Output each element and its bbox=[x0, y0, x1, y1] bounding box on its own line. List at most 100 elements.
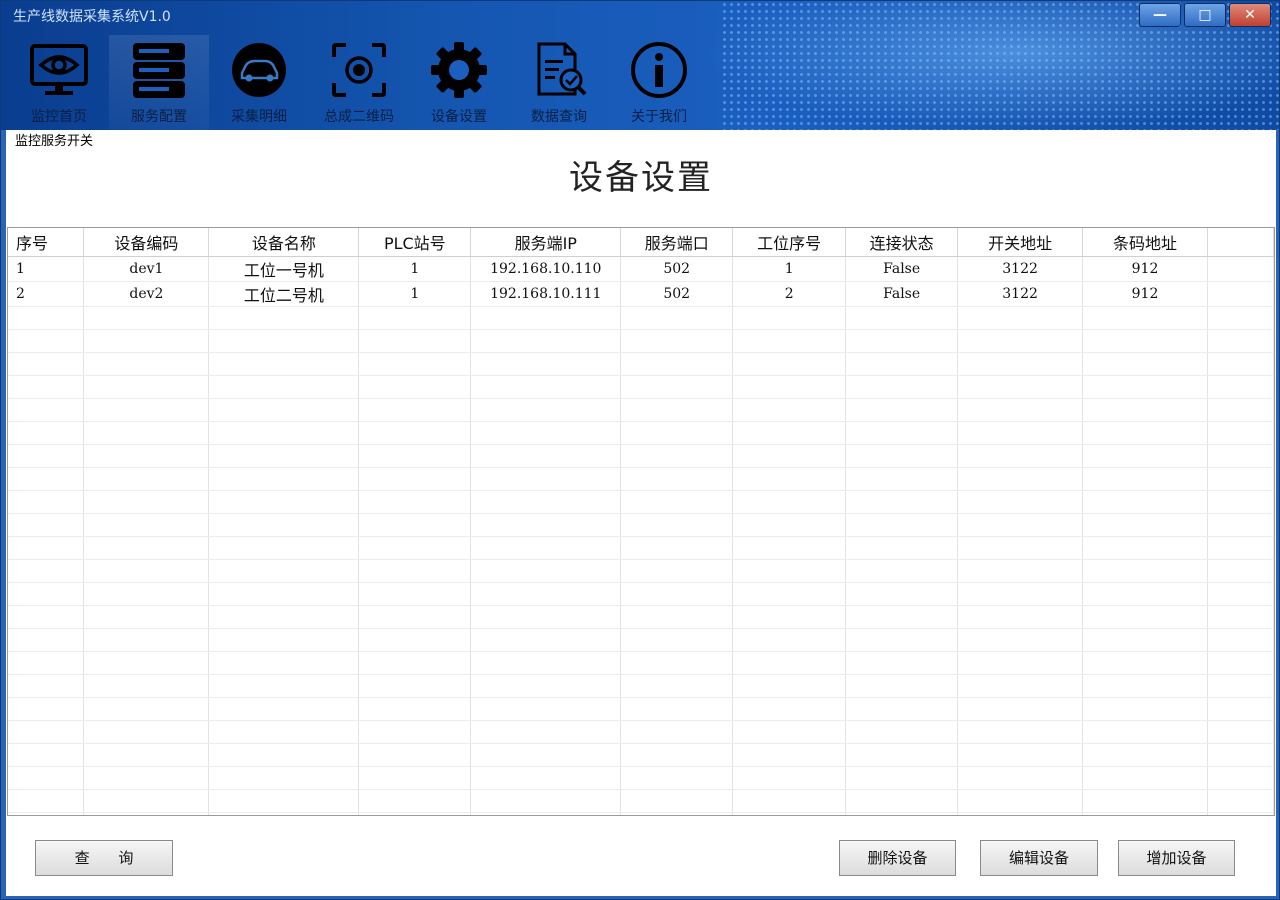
empty-table-cell bbox=[620, 398, 734, 422]
empty-table-cell bbox=[1082, 375, 1208, 399]
monitor-service-switch[interactable]: 监控服务开关 bbox=[15, 130, 93, 149]
empty-table-cell bbox=[620, 651, 734, 675]
empty-table-cell bbox=[83, 444, 210, 468]
close-button[interactable]: ✕ bbox=[1229, 3, 1271, 27]
empty-table-cell bbox=[1207, 812, 1274, 815]
empty-table-cell bbox=[208, 375, 360, 399]
empty-table-cell bbox=[620, 674, 734, 698]
empty-table-cell bbox=[732, 789, 847, 813]
empty-table-cell bbox=[845, 605, 959, 629]
empty-table-cell bbox=[83, 559, 210, 583]
table-cell: 2 bbox=[8, 281, 85, 307]
nav-item-collection-detail[interactable]: 采集明细 bbox=[209, 35, 309, 130]
empty-table-cell bbox=[845, 421, 959, 445]
empty-table-cell bbox=[957, 398, 1084, 422]
empty-table-cell bbox=[358, 628, 472, 652]
scan-icon bbox=[332, 43, 386, 97]
info-icon bbox=[631, 42, 687, 98]
empty-table-cell bbox=[732, 674, 847, 698]
empty-table-cell bbox=[1082, 674, 1208, 698]
nav-label: 服务配置 bbox=[131, 109, 187, 125]
edit-device-button[interactable]: 编辑设备 bbox=[980, 840, 1098, 876]
empty-table-cell bbox=[957, 444, 1084, 468]
empty-table-cell bbox=[1082, 306, 1208, 330]
empty-table-cell bbox=[845, 651, 959, 675]
nav-item-monitor-home[interactable]: 监控首页 bbox=[9, 35, 109, 130]
column-header[interactable]: 服务端IP bbox=[470, 228, 622, 257]
column-header[interactable]: 服务端口 bbox=[620, 228, 734, 257]
minimize-button[interactable]: — bbox=[1139, 3, 1181, 27]
column-header[interactable]: 设备名称 bbox=[208, 228, 360, 257]
column-header[interactable]: 开关地址 bbox=[957, 228, 1084, 257]
empty-table-cell bbox=[358, 536, 472, 560]
empty-table-cell bbox=[208, 628, 360, 652]
empty-table-cell bbox=[470, 697, 622, 721]
empty-table-cell bbox=[957, 651, 1084, 675]
empty-table-cell bbox=[845, 490, 959, 514]
maximize-button[interactable]: □ bbox=[1184, 3, 1226, 27]
delete-device-button[interactable]: 删除设备 bbox=[839, 840, 956, 876]
empty-table-cell bbox=[83, 743, 210, 767]
empty-table-cell bbox=[620, 628, 734, 652]
empty-table-cell bbox=[470, 674, 622, 698]
column-header[interactable]: 序号 bbox=[8, 228, 85, 257]
query-button[interactable]: 查 询 bbox=[35, 840, 173, 876]
empty-table-cell bbox=[8, 398, 85, 422]
table-cell: dev2 bbox=[83, 281, 210, 307]
table-cell: 2 bbox=[732, 281, 847, 307]
empty-table-cell bbox=[957, 812, 1084, 815]
empty-table-cell bbox=[470, 743, 622, 767]
empty-table-cell bbox=[845, 674, 959, 698]
nav-item-data-query[interactable]: 数据查询 bbox=[509, 35, 609, 130]
empty-table-cell bbox=[845, 720, 959, 744]
column-header[interactable]: PLC站号 bbox=[358, 228, 472, 257]
empty-table-cell bbox=[1082, 513, 1208, 537]
empty-table-cell bbox=[1207, 582, 1274, 606]
empty-table-cell bbox=[83, 605, 210, 629]
empty-table-cell bbox=[358, 306, 472, 330]
empty-table-cell bbox=[8, 766, 85, 790]
empty-table-cell bbox=[620, 513, 734, 537]
empty-table-cell bbox=[1207, 490, 1274, 514]
empty-table-cell bbox=[620, 444, 734, 468]
empty-table-row bbox=[8, 375, 1274, 399]
nav-item-device-settings[interactable]: 设备设置 bbox=[409, 35, 509, 130]
empty-table-cell bbox=[208, 306, 360, 330]
column-header[interactable]: 工位序号 bbox=[732, 228, 847, 257]
empty-table-cell bbox=[358, 352, 472, 376]
car-icon bbox=[232, 43, 286, 97]
column-header[interactable]: 条码地址 bbox=[1082, 228, 1208, 257]
empty-table-cell bbox=[208, 490, 360, 514]
column-header[interactable]: 连接状态 bbox=[845, 228, 959, 257]
empty-table-cell bbox=[957, 743, 1084, 767]
nav-item-assembly-qrcode[interactable]: 总成二维码 bbox=[309, 35, 409, 130]
empty-table-cell bbox=[358, 467, 472, 491]
empty-table-cell bbox=[358, 375, 472, 399]
empty-table-cell bbox=[620, 789, 734, 813]
device-table[interactable]: 序号 设备编码 设备名称 PLC站号 服务端IP 服务端口 工位序号 连接状态 … bbox=[7, 227, 1275, 816]
empty-table-cell bbox=[358, 651, 472, 675]
table-cell: 工位一号机 bbox=[208, 256, 360, 282]
empty-table-cell bbox=[208, 697, 360, 721]
table-row[interactable]: 2 dev2 工位二号机 1 192.168.10.111 502 2 Fals… bbox=[8, 281, 1274, 307]
empty-table-cell bbox=[732, 352, 847, 376]
empty-table-cell bbox=[8, 628, 85, 652]
window-controls: — □ ✕ bbox=[1139, 3, 1271, 27]
table-header-row: 序号 设备编码 设备名称 PLC站号 服务端IP 服务端口 工位序号 连接状态 … bbox=[8, 228, 1274, 257]
empty-table-cell bbox=[83, 582, 210, 606]
device-table-grid: 序号 设备编码 设备名称 PLC站号 服务端IP 服务端口 工位序号 连接状态 … bbox=[8, 228, 1274, 815]
empty-table-cell bbox=[732, 559, 847, 583]
column-header[interactable]: 设备编码 bbox=[83, 228, 210, 257]
empty-table-cell bbox=[620, 306, 734, 330]
table-row[interactable]: 1 dev1 工位一号机 1 192.168.10.110 502 1 Fals… bbox=[8, 256, 1274, 282]
table-cell: 1 bbox=[8, 256, 85, 282]
nav-item-about-us[interactable]: 关于我们 bbox=[609, 35, 709, 130]
empty-table-cell bbox=[208, 329, 360, 353]
empty-table-cell bbox=[957, 605, 1084, 629]
add-device-button[interactable]: 增加设备 bbox=[1118, 840, 1235, 876]
server-icon bbox=[133, 43, 185, 98]
empty-table-cell bbox=[957, 536, 1084, 560]
window-title: 生产线数据采集系统V1.0 bbox=[13, 9, 171, 25]
nav-item-service-config[interactable]: 服务配置 bbox=[109, 35, 209, 130]
empty-table-cell bbox=[620, 467, 734, 491]
